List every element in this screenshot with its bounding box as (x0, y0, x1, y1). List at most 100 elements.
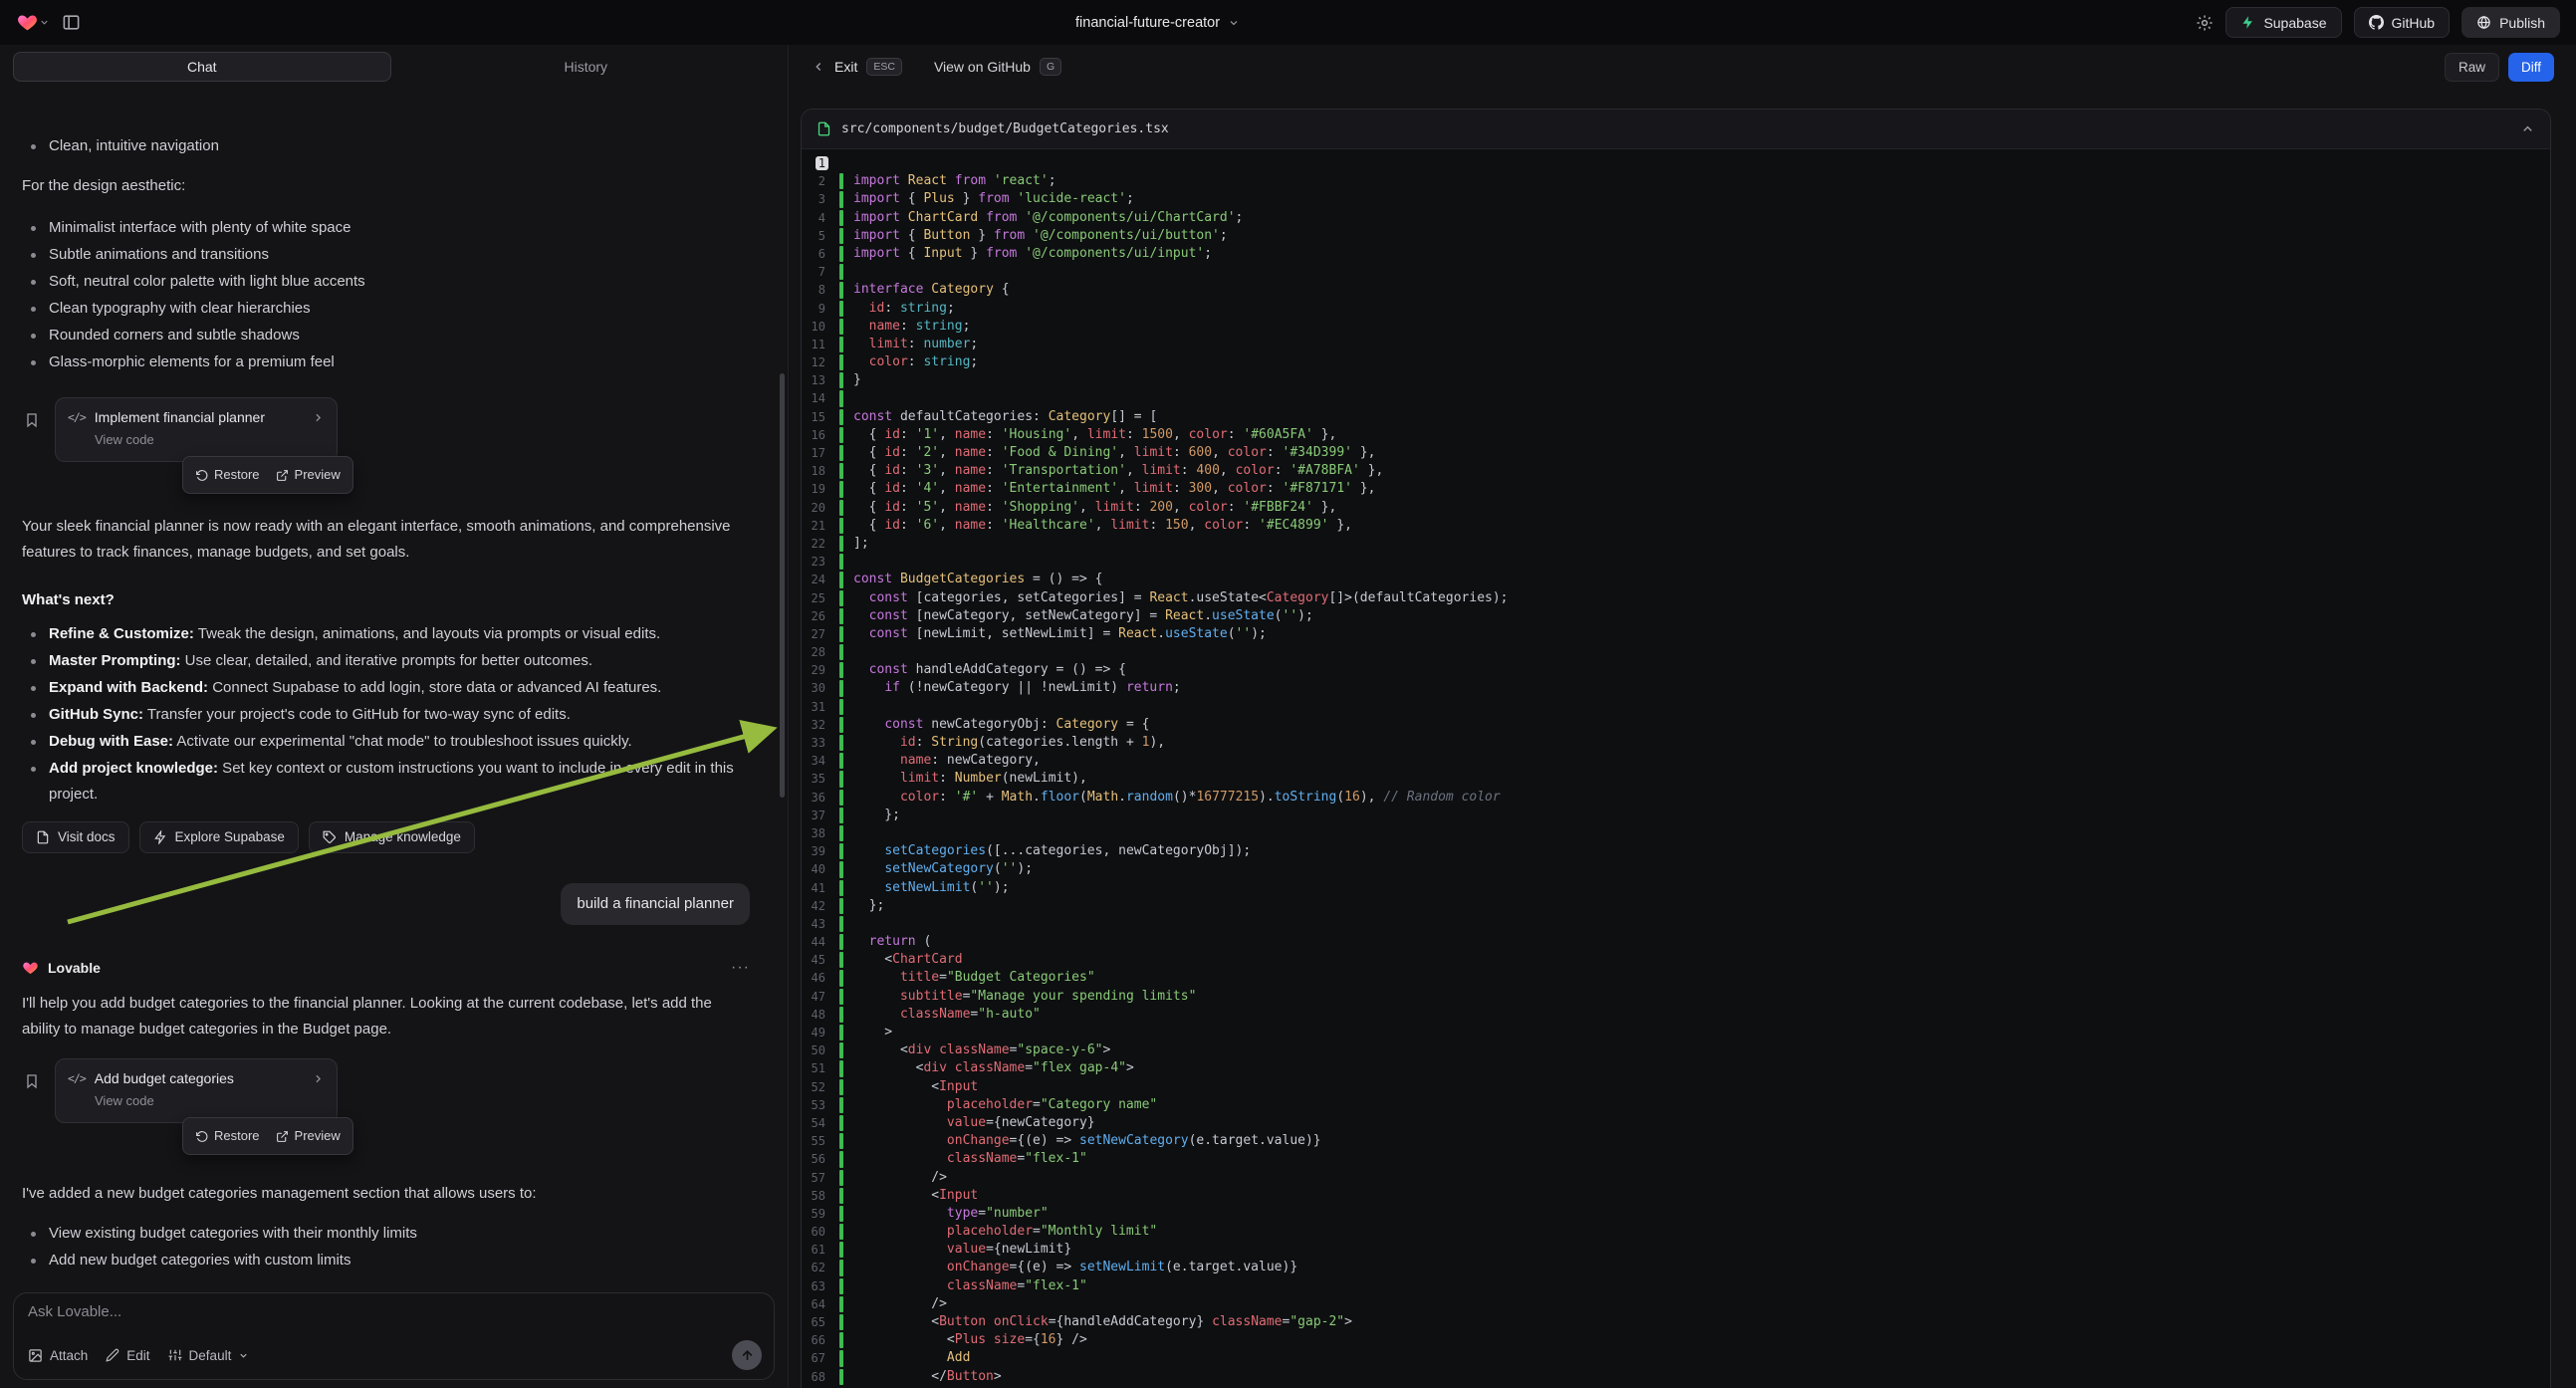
attach-button[interactable]: Attach (28, 1348, 88, 1363)
publish-label: Publish (2499, 15, 2545, 31)
topbar: financial-future-creator Supabase GitHub… (0, 0, 2576, 45)
chevron-down-icon (39, 17, 50, 28)
bookmark-icon (24, 412, 40, 428)
code-editor[interactable]: 12import React from 'react';3import { Pl… (802, 149, 2550, 1388)
arrow-up-icon (740, 1348, 755, 1363)
chat-input[interactable] (28, 1303, 541, 1320)
code-line: 38 (802, 824, 2550, 842)
view-code-link[interactable]: View code (95, 1092, 154, 1110)
code-line: 47 subtitle="Manage your spending limits… (802, 988, 2550, 1006)
assistant-paragraph: For the design aesthetic: (22, 173, 750, 199)
project-switcher[interactable]: financial-future-creator (1075, 15, 1240, 31)
sidebar-toggle-button[interactable] (62, 13, 81, 32)
github-icon (2369, 15, 2384, 30)
code-line: 61 value={newLimit} (802, 1241, 2550, 1259)
visit-docs-button[interactable]: Visit docs (22, 821, 129, 853)
supabase-bolt-icon (153, 830, 167, 844)
message-more-button[interactable]: ··· (731, 963, 750, 973)
esc-kbd-badge: ESC (866, 58, 902, 77)
code-line: 9 id: string; (802, 300, 2550, 318)
code-line: 58 <Input (802, 1187, 2550, 1205)
chat-tabbar: Chat History (0, 45, 788, 86)
restore-button[interactable]: Restore (195, 1123, 260, 1149)
view-code-link[interactable]: View code (95, 431, 154, 449)
globe-icon (2476, 15, 2491, 30)
version-card[interactable]: </> Add budget categories View code (55, 1058, 338, 1123)
code-line: 20 { id: '5', name: 'Shopping', limit: 2… (802, 499, 2550, 517)
code-line: 64 /> (802, 1295, 2550, 1313)
bookmark-version-button[interactable] (24, 1072, 40, 1098)
code-line: 14 (802, 389, 2550, 407)
sliders-icon (168, 1348, 182, 1362)
send-button[interactable] (732, 1340, 762, 1370)
app-window: financial-future-creator Supabase GitHub… (0, 0, 2576, 1388)
code-line: 28 (802, 643, 2550, 661)
github-kbd-badge: G (1040, 58, 1061, 77)
user-message-bubble: build a financial planner (561, 883, 750, 925)
chevron-up-icon (2520, 121, 2535, 136)
list-item: Expand with Backend: Connect Supabase to… (22, 675, 750, 701)
version-card[interactable]: </> Implement financial planner View cod… (55, 397, 338, 462)
image-icon (28, 1348, 43, 1363)
collapse-file-button[interactable] (2520, 121, 2535, 136)
code-line: 48 className="h-auto" (802, 1006, 2550, 1024)
model-selector[interactable]: Default (168, 1348, 250, 1363)
github-button[interactable]: GitHub (2354, 7, 2451, 38)
raw-toggle-button[interactable]: Raw (2445, 53, 2499, 82)
code-line: 6import { Input } from '@/components/ui/… (802, 245, 2550, 263)
assistant-paragraph: Your sleek financial planner is now read… (22, 514, 750, 566)
code-line: 17 { id: '2', name: 'Food & Dining', lim… (802, 444, 2550, 462)
publish-button[interactable]: Publish (2461, 7, 2560, 38)
restore-button[interactable]: Restore (195, 462, 260, 488)
heart-logo-icon (16, 12, 39, 33)
code-line: 32 const newCategoryObj: Category = { (802, 716, 2550, 734)
file-header: src/components/budget/BudgetCategories.t… (802, 110, 2550, 149)
version-actions-popover: Restore Preview (182, 456, 353, 494)
bullet-list: View existing budget categories with the… (22, 1221, 750, 1278)
code-view-panel: Exit ESC View on GitHub G Raw Diff src/c… (790, 45, 2576, 1388)
version-card-title: Add budget categories (95, 1068, 234, 1088)
code-line: 55 onChange={(e) => setNewCategory(e.tar… (802, 1132, 2550, 1150)
explore-supabase-button[interactable]: Explore Supabase (139, 821, 299, 853)
exit-button[interactable]: Exit ESC (812, 58, 902, 77)
chat-scrollbar[interactable] (780, 373, 785, 798)
diff-toggle-button[interactable]: Diff (2508, 53, 2554, 82)
code-line: 44 return ( (802, 933, 2550, 951)
settings-button[interactable] (2196, 14, 2214, 32)
tab-chat[interactable]: Chat (13, 52, 391, 82)
list-item: Master Prompting: Use clear, detailed, a… (22, 648, 750, 674)
code-line: 50 <div className="space-y-6"> (802, 1041, 2550, 1059)
chat-message-list[interactable]: Clean, intuitive navigation For the desi… (0, 130, 788, 1278)
code-line: 24const BudgetCategories = () => { (802, 571, 2550, 588)
supabase-button[interactable]: Supabase (2225, 7, 2341, 38)
bullet-list: Minimalist interface with plenty of whit… (22, 215, 750, 375)
chevron-left-icon (812, 60, 825, 74)
lovable-logo-button[interactable] (16, 12, 50, 33)
external-link-icon (276, 1130, 289, 1143)
code-line: 39 setCategories([...categories, newCate… (802, 842, 2550, 860)
code-line: 7 (802, 263, 2550, 281)
code-lines: 12import React from 'react';3import { Pl… (802, 154, 2550, 1386)
code-line: 19 { id: '4', name: 'Entertainment', lim… (802, 480, 2550, 498)
preview-button[interactable]: Preview (276, 462, 341, 488)
code-line: 5import { Button } from '@/components/ui… (802, 227, 2550, 245)
code-line: 40 setNewCategory(''); (802, 860, 2550, 878)
version-block: </> Add budget categories View code Rest… (22, 1058, 750, 1155)
code-line: 37 }; (802, 807, 2550, 824)
manage-knowledge-button[interactable]: Manage knowledge (309, 821, 475, 853)
code-line: 16 { id: '1', name: 'Housing', limit: 15… (802, 426, 2550, 444)
preview-button[interactable]: Preview (276, 1123, 341, 1149)
bookmark-version-button[interactable] (24, 411, 40, 437)
version-card-title: Implement financial planner (95, 407, 265, 427)
tab-history[interactable]: History (397, 52, 776, 82)
view-on-github-link[interactable]: View on GitHub G (934, 58, 1061, 77)
edit-mode-button[interactable]: Edit (106, 1348, 149, 1363)
list-item: Rounded corners and subtle shadows (22, 323, 750, 348)
code-line: 49 > (802, 1024, 2550, 1041)
code-line: 23 (802, 553, 2550, 571)
code-line: 42 }; (802, 897, 2550, 915)
code-line: 45 <ChartCard (802, 951, 2550, 969)
code-line: 29 const handleAddCategory = () => { (802, 661, 2550, 679)
chevron-down-icon (238, 1350, 249, 1361)
code-line: 52 <Input (802, 1078, 2550, 1096)
